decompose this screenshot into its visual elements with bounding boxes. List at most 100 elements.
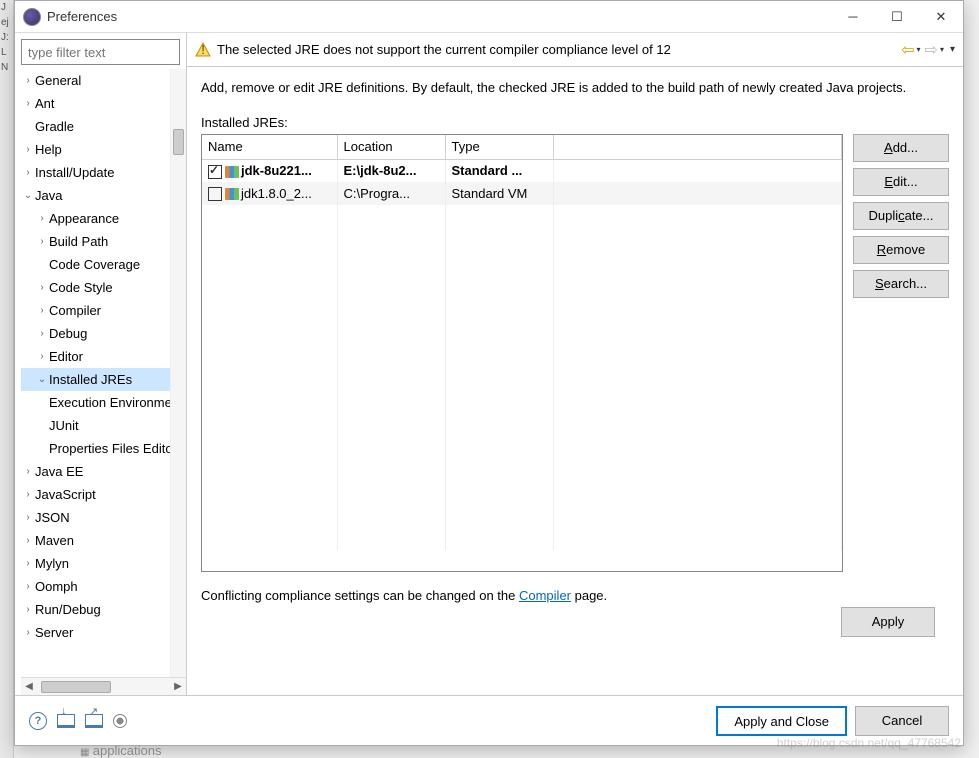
preferences-tree[interactable]: ›General›AntGradle›Help›Install/Update⌄J… bbox=[21, 69, 186, 677]
warning-text: The selected JRE does not support the cu… bbox=[217, 42, 901, 57]
add-button[interactable]: Add... bbox=[853, 134, 949, 162]
twisty-icon: › bbox=[35, 236, 49, 247]
tree-vertical-scrollbar[interactable] bbox=[170, 69, 186, 677]
twisty-icon: › bbox=[21, 489, 35, 500]
nav-arrows: ⇦▾ ⇨▾ ▾ bbox=[901, 40, 955, 60]
left-panel: ›General›AntGradle›Help›Install/Update⌄J… bbox=[15, 33, 187, 695]
eclipse-icon bbox=[23, 8, 41, 26]
background-ide-stripe: JejJ:LN bbox=[0, 0, 14, 758]
jre-lib-icon bbox=[225, 166, 239, 178]
twisty-icon: ⌄ bbox=[35, 374, 49, 385]
twisty-icon: › bbox=[35, 282, 49, 293]
tree-item-gradle[interactable]: Gradle bbox=[21, 115, 186, 138]
tree-item-server[interactable]: ›Server bbox=[21, 621, 186, 644]
forward-button[interactable]: ⇨▾ bbox=[925, 40, 944, 60]
tree-item-label: Code Style bbox=[49, 280, 113, 295]
tree-item-label: JUnit bbox=[49, 418, 79, 433]
jre-checkbox[interactable] bbox=[208, 165, 222, 179]
tree-item-ant[interactable]: ›Ant bbox=[21, 92, 186, 115]
table-row[interactable]: jdk-8u221...E:\jdk-8u2...Standard ... bbox=[202, 159, 842, 182]
tree-item-label: Oomph bbox=[35, 579, 78, 594]
import-icon[interactable] bbox=[57, 714, 75, 728]
tree-item-mylyn[interactable]: ›Mylyn bbox=[21, 552, 186, 575]
jre-lib-icon bbox=[225, 188, 239, 200]
tree-item-compiler[interactable]: ›Compiler bbox=[21, 299, 186, 322]
warning-icon: ! bbox=[195, 42, 211, 58]
tree-item-java-ee[interactable]: ›Java EE bbox=[21, 460, 186, 483]
twisty-icon: › bbox=[21, 581, 35, 592]
twisty-icon: › bbox=[21, 535, 35, 546]
filter-input[interactable] bbox=[21, 39, 180, 65]
jre-checkbox[interactable] bbox=[208, 187, 222, 201]
back-button[interactable]: ⇦▾ bbox=[901, 40, 920, 60]
apply-button[interactable]: Apply bbox=[841, 607, 935, 637]
tree-item-build-path[interactable]: ›Build Path bbox=[21, 230, 186, 253]
tree-item-code-style[interactable]: ›Code Style bbox=[21, 276, 186, 299]
tree-item-label: Installed JREs bbox=[49, 372, 132, 387]
tree-item-javascript[interactable]: ›JavaScript bbox=[21, 483, 186, 506]
tree-item-debug[interactable]: ›Debug bbox=[21, 322, 186, 345]
tree-item-run-debug[interactable]: ›Run/Debug bbox=[21, 598, 186, 621]
twisty-icon: › bbox=[35, 213, 49, 224]
remove-button[interactable]: Remove bbox=[853, 236, 949, 264]
twisty-icon: › bbox=[21, 466, 35, 477]
apply-and-close-button[interactable]: Apply and Close bbox=[716, 706, 847, 736]
export-icon[interactable] bbox=[85, 714, 103, 728]
col-location[interactable]: Location bbox=[337, 135, 445, 159]
jre-table[interactable]: Name Location Type jdk-8u221...E:\jdk-8u… bbox=[201, 134, 843, 572]
tree-item-label: Debug bbox=[49, 326, 87, 341]
tree-item-general[interactable]: ›General bbox=[21, 69, 186, 92]
tree-item-execution-environments[interactable]: Execution Environments bbox=[21, 391, 186, 414]
window-title: Preferences bbox=[47, 9, 831, 24]
record-icon[interactable] bbox=[113, 714, 127, 728]
col-type[interactable]: Type bbox=[445, 135, 553, 159]
view-menu-button[interactable]: ▾ bbox=[950, 44, 955, 55]
tree-item-code-coverage[interactable]: Code Coverage bbox=[21, 253, 186, 276]
tree-item-label: Server bbox=[35, 625, 73, 640]
tree-item-label: Editor bbox=[49, 349, 83, 364]
tree-item-label: Help bbox=[35, 142, 62, 157]
warning-bar: ! The selected JRE does not support the … bbox=[187, 33, 963, 67]
tree-item-label: Ant bbox=[35, 96, 55, 111]
tree-item-installed-jres[interactable]: ⌄Installed JREs bbox=[21, 368, 186, 391]
tree-item-label: Appearance bbox=[49, 211, 119, 226]
filter-box bbox=[21, 39, 180, 65]
help-icon[interactable]: ? bbox=[29, 712, 47, 730]
tree-item-label: Install/Update bbox=[35, 165, 115, 180]
tree-item-appearance[interactable]: ›Appearance bbox=[21, 207, 186, 230]
twisty-icon: › bbox=[21, 558, 35, 569]
tree-item-editor[interactable]: ›Editor bbox=[21, 345, 186, 368]
tree-item-label: Code Coverage bbox=[49, 257, 140, 272]
compiler-link[interactable]: Compiler bbox=[519, 588, 571, 603]
duplicate-button[interactable]: Duplicate... bbox=[853, 202, 949, 230]
tree-item-label: General bbox=[35, 73, 81, 88]
tree-item-json[interactable]: ›JSON bbox=[21, 506, 186, 529]
tree-item-junit[interactable]: JUnit bbox=[21, 414, 186, 437]
tree-item-oomph[interactable]: ›Oomph bbox=[21, 575, 186, 598]
maximize-button[interactable]: ☐ bbox=[875, 2, 919, 32]
cancel-button[interactable]: Cancel bbox=[855, 706, 949, 736]
content-area: ›General›AntGradle›Help›Install/Update⌄J… bbox=[15, 33, 963, 695]
tree-item-maven[interactable]: ›Maven bbox=[21, 529, 186, 552]
tree-item-label: JavaScript bbox=[35, 487, 96, 502]
tree-item-java[interactable]: ⌄Java bbox=[21, 184, 186, 207]
minimize-button[interactable]: ─ bbox=[831, 2, 875, 32]
twisty-icon: › bbox=[21, 98, 35, 109]
edit-button[interactable]: Edit... bbox=[853, 168, 949, 196]
search-button[interactable]: Search... bbox=[853, 270, 949, 298]
twisty-icon: › bbox=[35, 305, 49, 316]
tree-item-help[interactable]: ›Help bbox=[21, 138, 186, 161]
twisty-icon: ⌄ bbox=[21, 190, 35, 201]
tree-item-label: Java bbox=[35, 188, 62, 203]
tree-item-install-update[interactable]: ›Install/Update bbox=[21, 161, 186, 184]
tree-horizontal-scrollbar[interactable]: ◀▶ bbox=[21, 677, 186, 695]
close-button[interactable]: ✕ bbox=[919, 2, 963, 32]
bottom-bar: ? Apply and Close Cancel bbox=[15, 695, 963, 745]
titlebar: Preferences ─ ☐ ✕ bbox=[15, 1, 963, 33]
twisty-icon: › bbox=[35, 328, 49, 339]
col-name[interactable]: Name bbox=[202, 135, 337, 159]
tree-item-label: Compiler bbox=[49, 303, 101, 318]
tree-item-properties-files-editor[interactable]: Properties Files Editor bbox=[21, 437, 186, 460]
background-footer-text: ▦ applications bbox=[80, 743, 161, 758]
table-row[interactable]: jdk1.8.0_2...C:\Progra...Standard VM bbox=[202, 182, 842, 205]
